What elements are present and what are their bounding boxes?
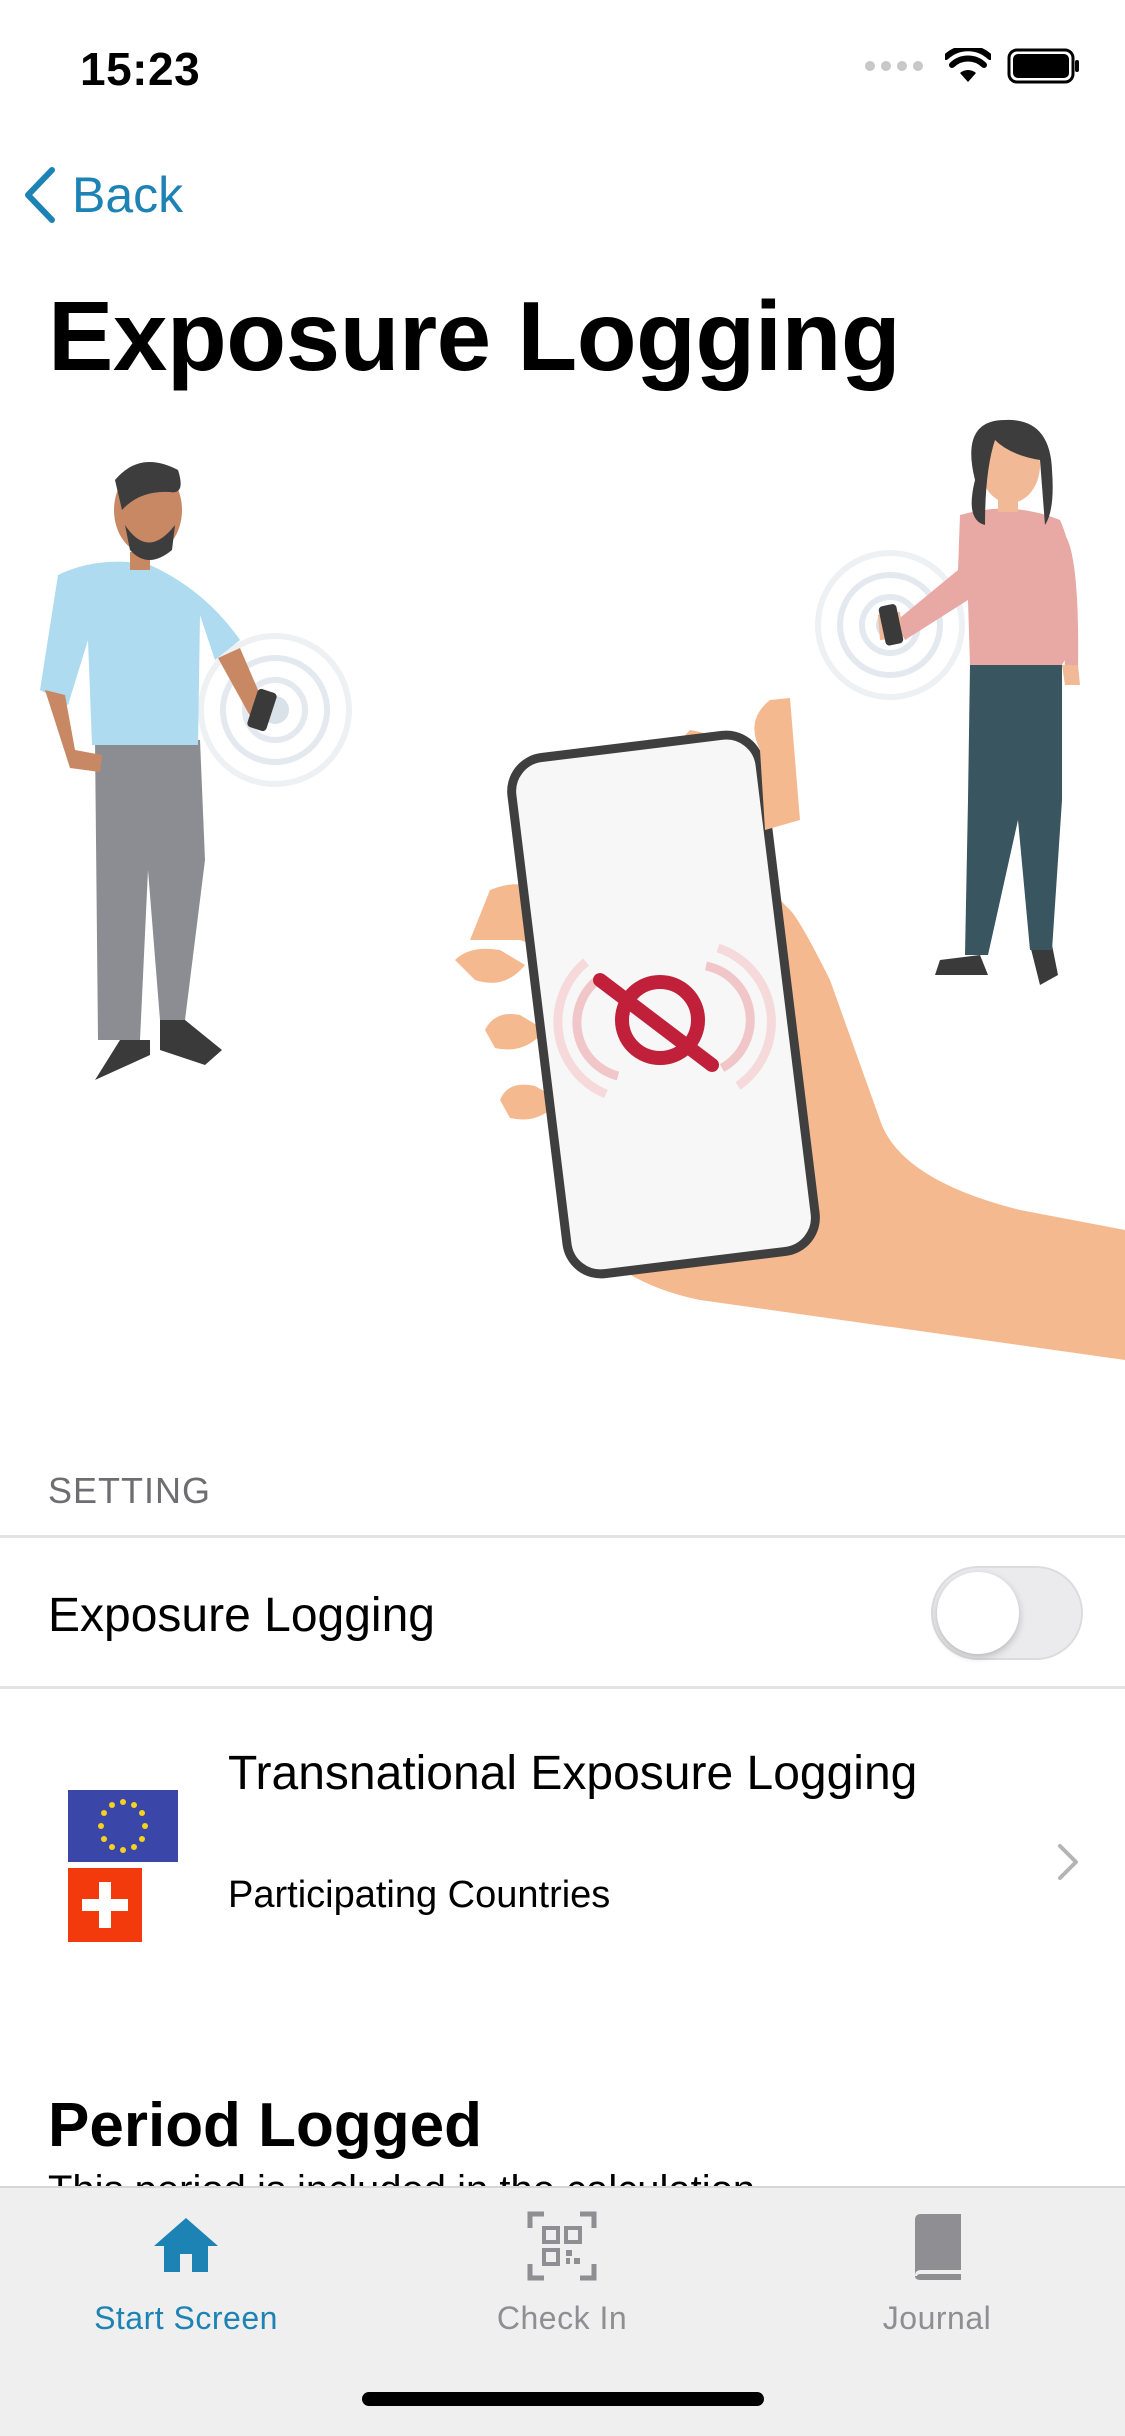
tab-label: Start Screen xyxy=(94,2300,278,2336)
home-indicator xyxy=(362,2392,764,2406)
exposure-illustration xyxy=(40,419,1125,1360)
eu-flag-icon xyxy=(68,1790,178,1862)
divider xyxy=(0,1686,1125,1689)
exposure-logging-toggle[interactable] xyxy=(931,1566,1083,1660)
chevron-left-icon xyxy=(25,167,55,223)
page-title: Exposure Logging xyxy=(48,281,901,391)
tab-start-screen[interactable]: Start Screen xyxy=(36,2210,336,2337)
status-icons xyxy=(865,48,1081,84)
status-time: 15:23 xyxy=(80,43,201,95)
exposure-logging-toggle-row: Exposure Logging xyxy=(0,1538,1125,1686)
tab-check-in[interactable]: Check In xyxy=(412,2210,712,2337)
participating-countries-label: Participating Countries xyxy=(228,1874,611,1916)
chevron-right-icon xyxy=(1058,1844,1078,1880)
woman-figure xyxy=(815,419,1080,985)
book-icon xyxy=(915,2214,961,2280)
transnational-exposure-logging-row[interactable]: Transnational Exposure Logging Participa… xyxy=(0,1690,1125,1960)
status-bar: 15:23 xyxy=(0,0,1125,140)
qr-code-icon xyxy=(527,2211,597,2281)
transnational-title: Transnational Exposure Logging xyxy=(228,1747,918,1800)
home-icon xyxy=(154,2218,218,2272)
exposure-logging-toggle-label: Exposure Logging xyxy=(48,1589,435,1642)
wifi-icon xyxy=(945,48,991,82)
cellular-signal-icon xyxy=(865,61,923,71)
tab-label: Journal xyxy=(882,2300,992,2336)
tab-label: Check In xyxy=(496,2300,628,2336)
tab-journal[interactable]: Journal xyxy=(787,2210,1087,2337)
battery-icon xyxy=(1007,48,1079,84)
period-logged-title: Period Logged xyxy=(48,2091,482,2160)
toggle-knob xyxy=(937,1572,1019,1654)
back-label: Back xyxy=(72,167,184,223)
back-button[interactable]: Back xyxy=(22,160,183,230)
setting-section-header: SETTING xyxy=(48,1470,212,1511)
man-figure xyxy=(40,462,352,1080)
swiss-flag-icon xyxy=(68,1868,142,1942)
